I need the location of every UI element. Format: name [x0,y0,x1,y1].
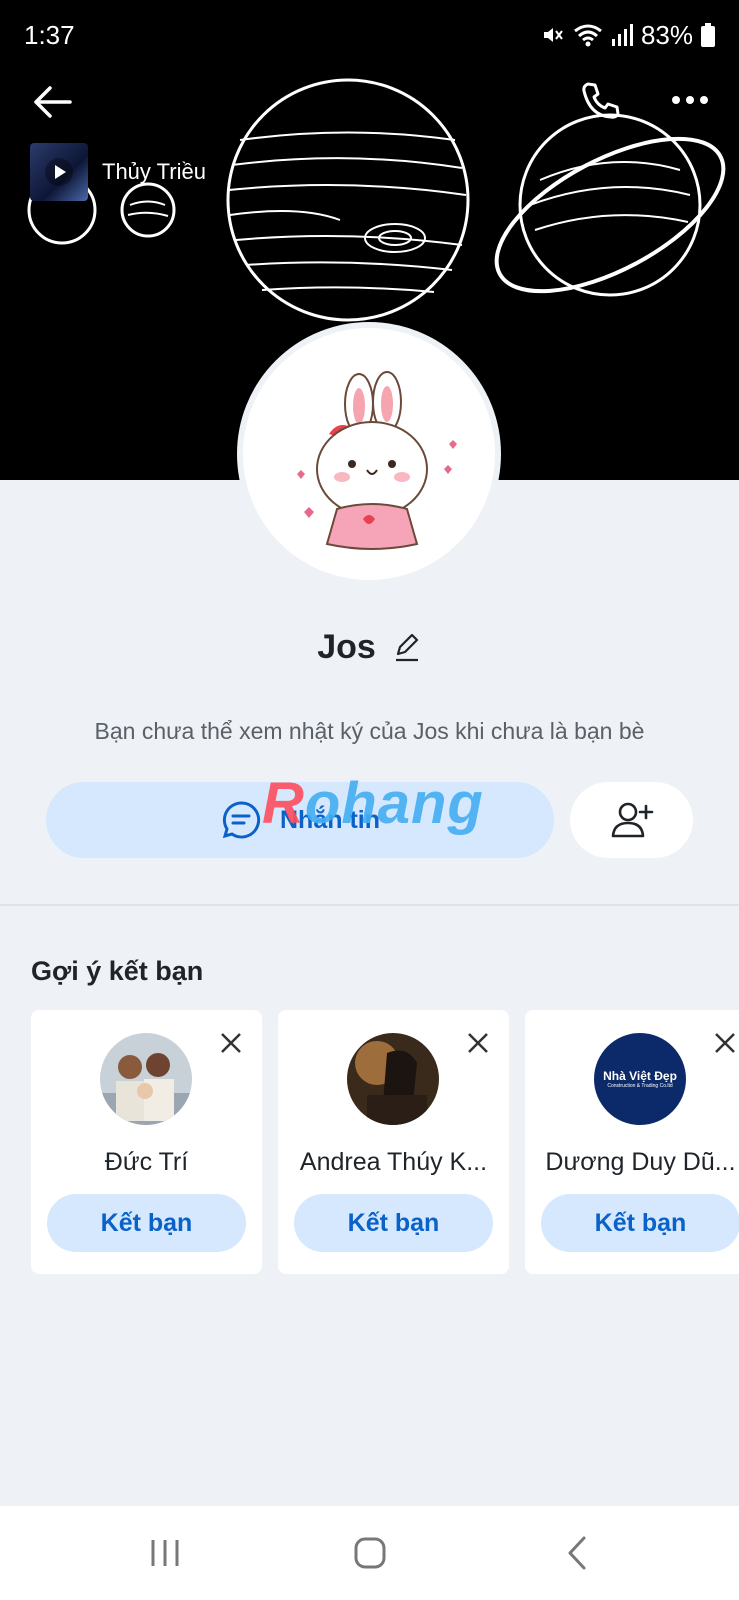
system-back-icon[interactable] [548,1528,608,1578]
suggestion-name: Andrea Thúy K... [299,1148,488,1176]
profile-name-row: Jos [0,620,739,674]
back-arrow-icon[interactable] [30,80,74,124]
add-friend-button[interactable] [570,782,693,858]
close-icon[interactable] [465,1030,491,1056]
profile-name: Jos [317,627,376,666]
friend-suggestions-list: Đức Trí Kết bạn Andrea Thúy K... Kết bạn… [31,1010,739,1274]
section-divider [0,904,739,906]
system-navigation-bar [0,1506,739,1600]
mute-icon [543,28,563,42]
status-bar: 1:37 83% [0,0,739,70]
profile-music[interactable]: Thủy Triều [30,143,206,201]
play-icon [45,158,73,186]
signal-icon [611,24,633,46]
suggestion-name: Đức Trí [104,1148,189,1176]
battery-percent: 83% [640,19,693,50]
privacy-note: Bạn chưa thể xem nhật ký của Jos khi chư… [94,718,645,744]
profile-avatar[interactable] [237,322,501,586]
send-message-label: Nhắn tin [280,805,380,834]
suggestion-avatar[interactable] [347,1033,439,1125]
close-icon[interactable] [218,1030,244,1056]
edit-pencil-icon[interactable] [392,632,422,662]
wifi-icon [574,24,602,47]
home-icon[interactable] [340,1528,400,1578]
suggestion-card[interactable]: Đức Trí Kết bạn [31,1010,262,1274]
suggestion-avatar[interactable]: Nhà Việt Đẹp Construction & Trading Co.l… [594,1033,686,1125]
status-icons: 83% [541,20,715,51]
chat-bubble-icon [222,801,261,839]
add-friend-suggestion-button[interactable]: Kết bạn [294,1194,493,1252]
company-logo-text: Nhà Việt Đẹp [603,1069,677,1083]
family-photo-image [100,1033,192,1125]
status-time: 1:37 [24,19,75,50]
recent-apps-icon[interactable] [135,1528,195,1578]
phone-call-icon[interactable] [578,78,622,122]
battery-icon [701,23,715,47]
add-friend-icon [611,802,653,838]
profile-top-bar [0,70,739,130]
suggestion-avatar[interactable] [100,1033,192,1125]
suggestion-name: Dương Duy Dũ... [545,1148,736,1176]
portrait-photo-image [347,1033,439,1125]
send-message-button[interactable]: Nhắn tin [46,782,554,858]
company-logo-subtext: Construction & Trading Co.ltd [607,1083,673,1089]
close-icon[interactable] [712,1030,738,1056]
music-cover-thumbnail[interactable] [30,143,88,201]
suggestion-card[interactable]: Andrea Thúy K... Kết bạn [278,1010,509,1274]
friend-suggestions-title: Gợi ý kết bạn [31,956,204,986]
suggestion-card[interactable]: Nhà Việt Đẹp Construction & Trading Co.l… [525,1010,739,1274]
more-options-icon[interactable] [668,82,712,118]
bunny-avatar-image [297,371,457,550]
add-friend-suggestion-button[interactable]: Kết bạn [541,1194,739,1252]
add-friend-suggestion-button[interactable]: Kết bạn [47,1194,246,1252]
music-title: Thủy Triều [102,159,206,184]
